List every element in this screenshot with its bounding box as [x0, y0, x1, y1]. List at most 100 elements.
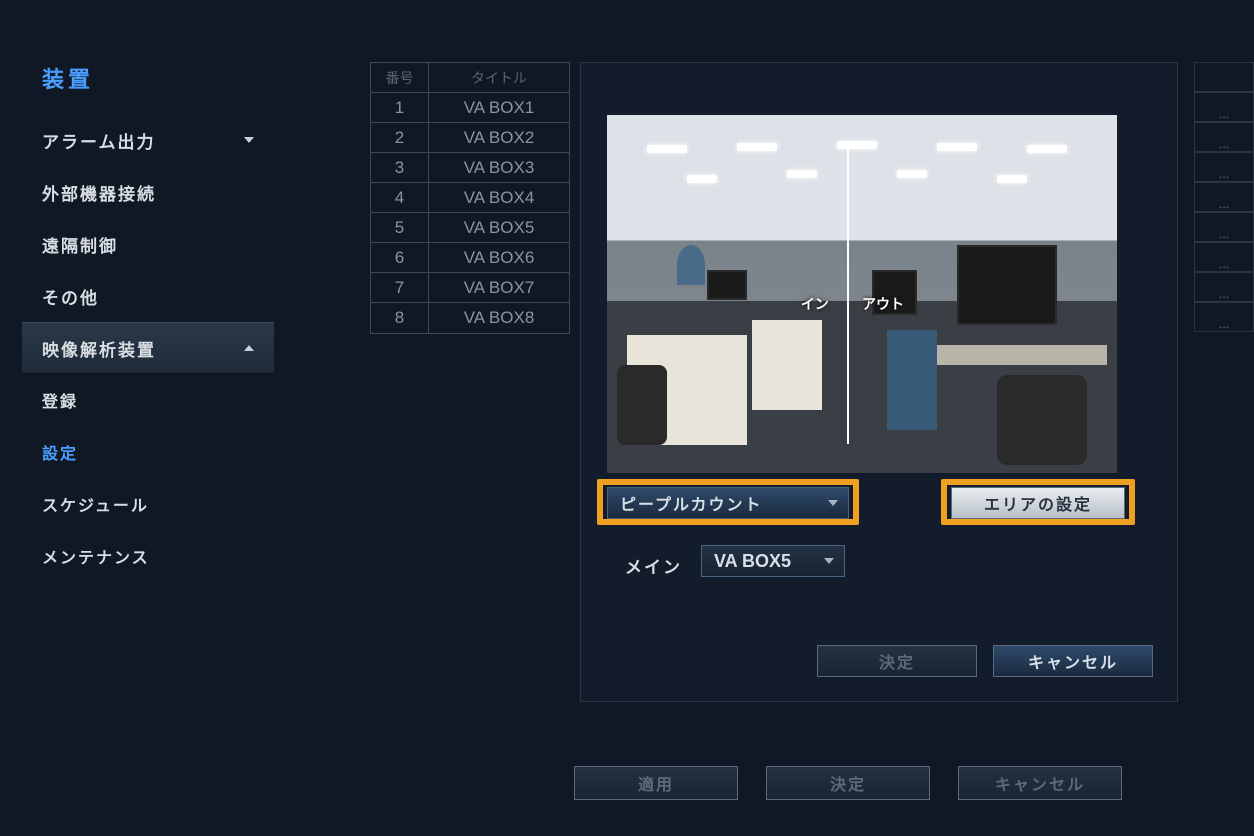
light-icon — [897, 170, 927, 178]
light-icon — [1027, 145, 1067, 153]
table-row[interactable]: 2 VA BOX2 — [371, 123, 569, 153]
area-settings-button[interactable]: エリアの設定 — [951, 487, 1125, 519]
sidebar-item-label: アラーム出力 — [42, 128, 156, 153]
desk-shape — [927, 345, 1107, 365]
table-row[interactable]: 8 VA BOX8 — [371, 303, 569, 333]
table-cell-num: 4 — [371, 183, 429, 212]
sidebar-item-schedule[interactable]: スケジュール — [22, 478, 274, 530]
table-cell-num: 6 — [371, 243, 429, 272]
table-cell-num: 5 — [371, 213, 429, 242]
table-row[interactable]: 1 VA BOX1 — [371, 93, 569, 123]
sidebar-item-label: スケジュール — [42, 492, 149, 516]
sidebar-item-label: 映像解析装置 — [42, 336, 156, 361]
sidebar-item-external-device[interactable]: 外部機器接続 — [22, 166, 274, 218]
table-row[interactable]: 7 VA BOX7 — [371, 273, 569, 303]
light-icon — [997, 175, 1027, 183]
modal-cancel-label: キャンセル — [1028, 649, 1118, 673]
cabinet-shape — [752, 320, 822, 410]
table-header-title: タイトル — [429, 63, 569, 92]
modal-ok-label: 決定 — [879, 649, 915, 673]
table-cell-title: VA BOX8 — [429, 303, 569, 333]
table-cell-title: VA BOX1 — [429, 93, 569, 122]
device-table: 番号 タイトル 1 VA BOX1 2 VA BOX2 3 VA BOX3 4 … — [370, 62, 570, 334]
footer-bar: 適用 決定 キャンセル — [0, 766, 1254, 814]
sidebar-item-label: 設定 — [42, 440, 78, 464]
right-column: ... ... ... ... ... ... ... ... — [1194, 62, 1254, 332]
main-dropdown-value: VA BOX5 — [714, 551, 791, 572]
right-cell: ... — [1194, 272, 1254, 302]
table-cell-num: 1 — [371, 93, 429, 122]
in-label: イン — [801, 294, 829, 314]
footer-cancel-button: キャンセル — [958, 766, 1122, 800]
cabinet-shape — [887, 330, 937, 430]
monitor-shape — [957, 245, 1057, 325]
modal-cancel-button[interactable]: キャンセル — [993, 645, 1153, 677]
chair-shape — [997, 375, 1087, 465]
person-shape — [677, 245, 705, 285]
footer-ok-label: 決定 — [830, 771, 866, 795]
main-label: メイン — [625, 553, 682, 578]
apply-label: 適用 — [638, 771, 674, 795]
monitor-shape — [707, 270, 747, 300]
right-cell: ... — [1194, 302, 1254, 332]
table-header: 番号 タイトル — [371, 63, 569, 93]
footer-ok-button: 決定 — [766, 766, 930, 800]
table-row[interactable]: 5 VA BOX5 — [371, 213, 569, 243]
table-cell-title: VA BOX6 — [429, 243, 569, 272]
light-icon — [647, 145, 687, 153]
right-cell: ... — [1194, 122, 1254, 152]
chevron-down-icon — [824, 558, 834, 564]
table-cell-title: VA BOX3 — [429, 153, 569, 182]
apply-button: 適用 — [574, 766, 738, 800]
right-cell: ... — [1194, 92, 1254, 122]
right-cell: ... — [1194, 212, 1254, 242]
counting-line[interactable] — [847, 144, 849, 445]
right-cell — [1194, 62, 1254, 92]
table-cell-num: 7 — [371, 273, 429, 302]
sidebar-item-label: 登録 — [42, 388, 78, 412]
table-cell-title: VA BOX2 — [429, 123, 569, 152]
mode-dropdown[interactable]: ピープルカウント — [607, 487, 849, 519]
sidebar-item-label: メンテナンス — [42, 544, 150, 568]
camera-preview[interactable]: イン アウト — [607, 115, 1117, 473]
sidebar-item-label: 遠隔制御 — [42, 232, 118, 257]
preview-ceiling — [607, 115, 1117, 240]
table-row[interactable]: 4 VA BOX4 — [371, 183, 569, 213]
light-icon — [737, 143, 777, 151]
light-icon — [837, 141, 877, 149]
settings-modal: イン アウト ピープルカウント エリアの設定 メイン VA BOX5 決定 キャ… — [580, 62, 1178, 702]
table-cell-title: VA BOX7 — [429, 273, 569, 302]
sidebar-item-alarm-output[interactable]: アラーム出力 — [22, 114, 274, 166]
main-dropdown[interactable]: VA BOX5 — [701, 545, 845, 577]
sidebar-item-video-analysis[interactable]: 映像解析装置 — [22, 322, 274, 374]
chevron-down-icon — [244, 137, 254, 143]
mode-dropdown-label: ピープルカウント — [620, 491, 763, 515]
sidebar-item-settings[interactable]: 設定 — [22, 426, 274, 478]
area-settings-label: エリアの設定 — [984, 491, 1092, 515]
table-cell-title: VA BOX5 — [429, 213, 569, 242]
table-cell-num: 2 — [371, 123, 429, 152]
right-cell: ... — [1194, 182, 1254, 212]
table-row[interactable]: 3 VA BOX3 — [371, 153, 569, 183]
table-cell-num: 3 — [371, 153, 429, 182]
light-icon — [937, 143, 977, 151]
modal-ok-button: 決定 — [817, 645, 977, 677]
sidebar-title: 装置 — [22, 50, 274, 114]
table-header-num: 番号 — [371, 63, 429, 92]
chevron-up-icon — [244, 345, 254, 351]
sidebar-item-register[interactable]: 登録 — [22, 374, 274, 426]
chair-shape — [617, 365, 667, 445]
light-icon — [687, 175, 717, 183]
table-row[interactable]: 6 VA BOX6 — [371, 243, 569, 273]
footer-cancel-label: キャンセル — [995, 771, 1085, 795]
chevron-down-icon — [828, 500, 838, 506]
sidebar-item-remote-control[interactable]: 遠隔制御 — [22, 218, 274, 270]
out-label: アウト — [862, 294, 904, 314]
sidebar-item-label: その他 — [42, 284, 99, 309]
right-cell: ... — [1194, 242, 1254, 272]
sidebar-item-other[interactable]: その他 — [22, 270, 274, 322]
right-cell: ... — [1194, 152, 1254, 182]
light-icon — [787, 170, 817, 178]
table-cell-num: 8 — [371, 303, 429, 333]
sidebar-item-maintenance[interactable]: メンテナンス — [22, 530, 274, 582]
